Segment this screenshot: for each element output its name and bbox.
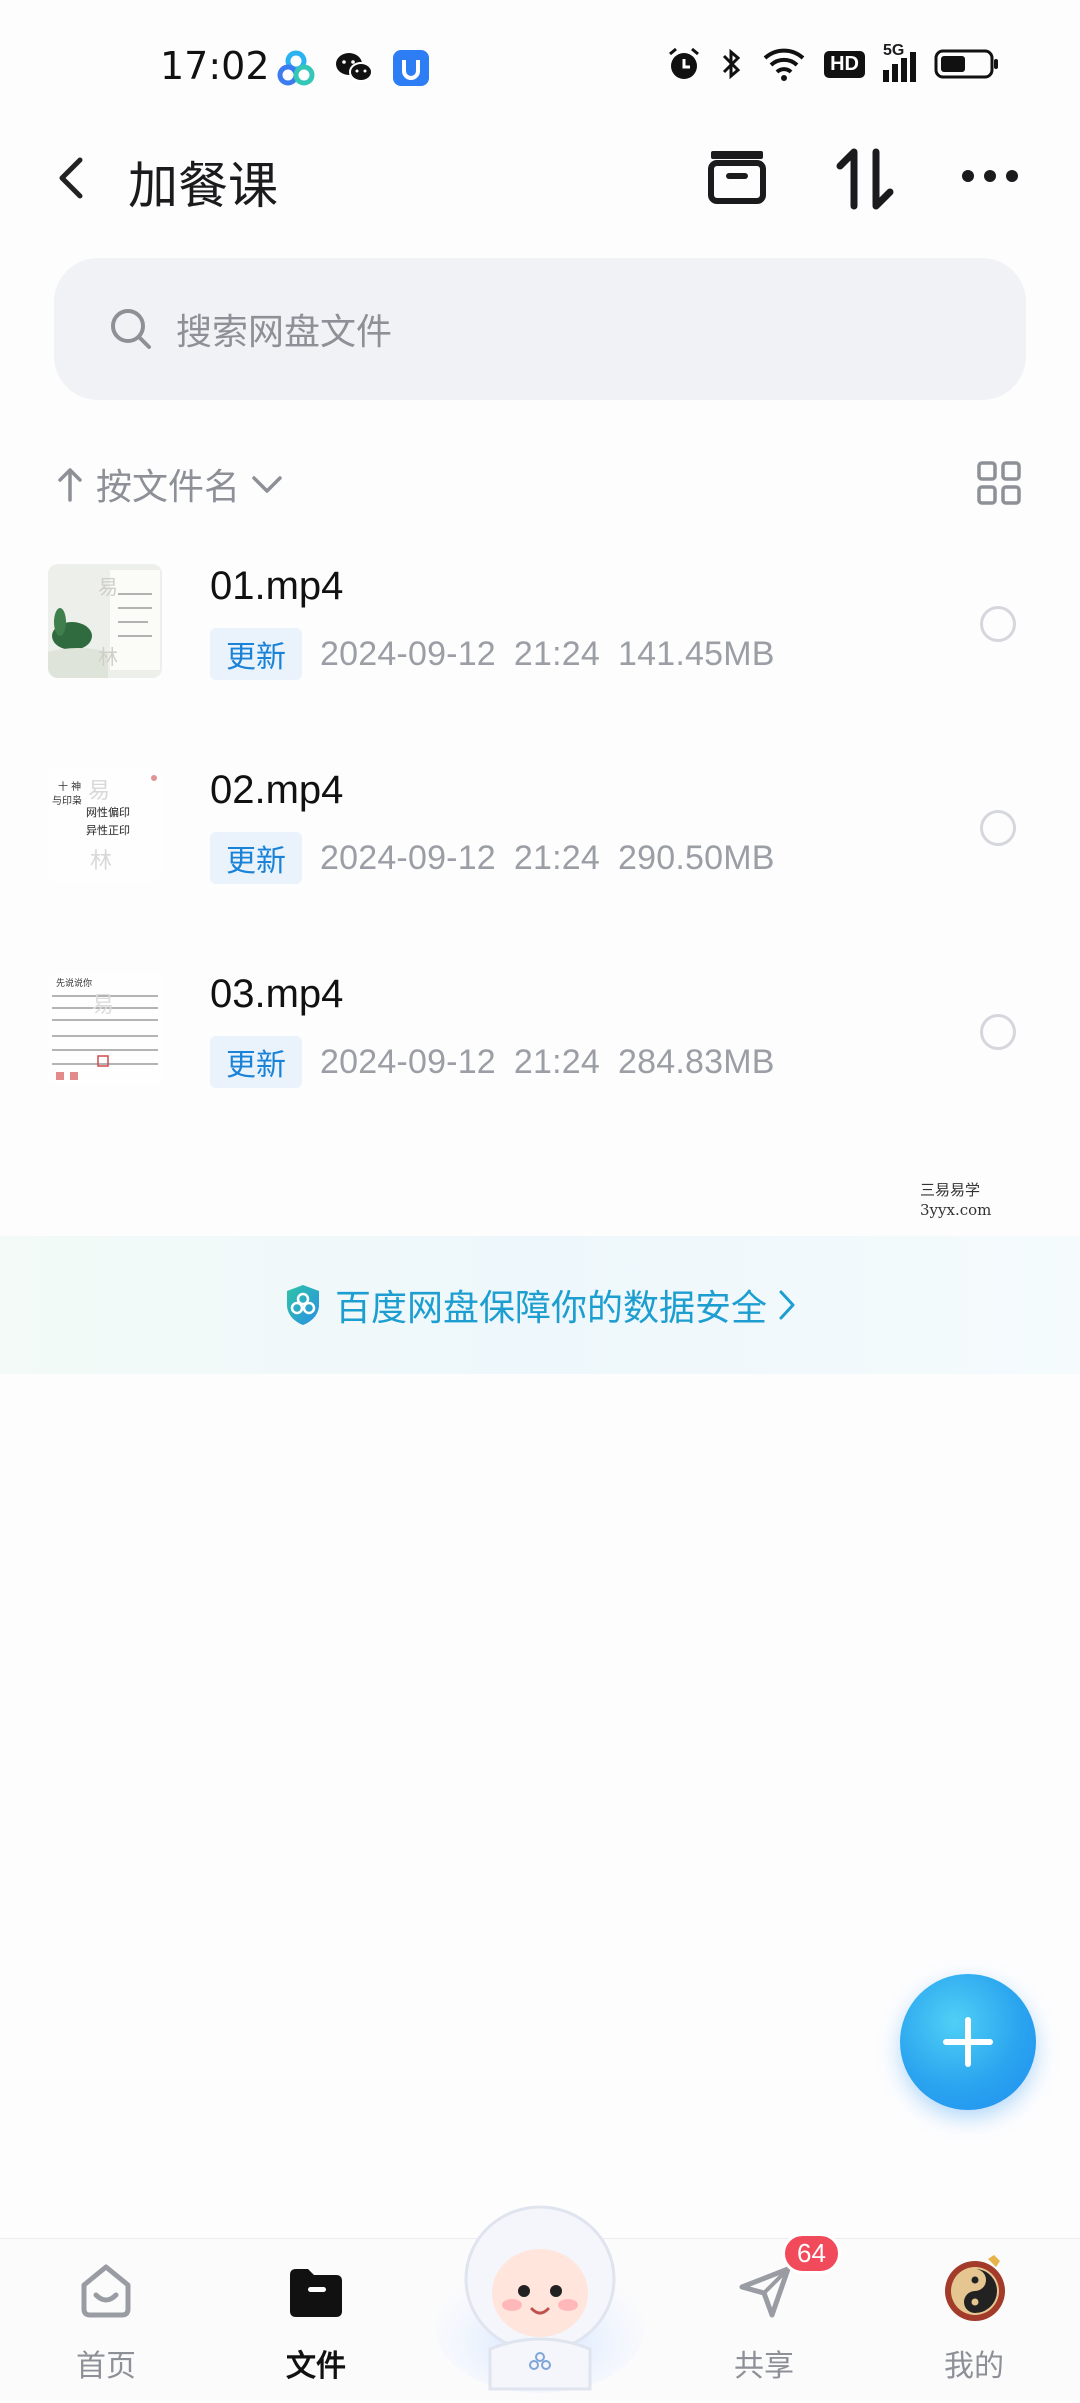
file-name: 02.mp4 bbox=[210, 768, 344, 812]
share-badge: 64 bbox=[782, 2233, 841, 2274]
home-icon bbox=[81, 2264, 131, 2318]
svg-text:异性正印: 异性正印 bbox=[86, 823, 130, 837]
file-meta: 更新 2024-09-12 21:24 290.50MB bbox=[210, 832, 775, 884]
status-time: 17:02 bbox=[160, 44, 270, 88]
chevron-right-icon bbox=[779, 1290, 795, 1320]
svg-text:林: 林 bbox=[98, 645, 118, 669]
wifi-icon bbox=[763, 48, 805, 81]
sort-toggle-button[interactable] bbox=[836, 146, 896, 216]
file-size: 141.45MB bbox=[618, 634, 775, 673]
video-thumbnail: 先说说你 易 bbox=[48, 972, 162, 1086]
file-time: 21:24 bbox=[513, 634, 601, 673]
security-banner-text: 百度网盘保障你的数据安全 bbox=[334, 1288, 767, 1329]
video-thumbnail: 十 神 与印枭 网性偏印 异性正印 易 林 bbox=[48, 768, 162, 882]
wechat-icon bbox=[336, 53, 373, 82]
add-button[interactable] bbox=[900, 1974, 1036, 2110]
signal-icon: 5G bbox=[883, 42, 916, 82]
sort-label: 按文件名 bbox=[96, 467, 241, 508]
watermark-line2: 3yyx.com bbox=[920, 1201, 992, 1219]
more-dots-icon bbox=[962, 170, 1018, 182]
svg-text:网性偏印: 网性偏印 bbox=[86, 805, 130, 819]
status-app-icons bbox=[276, 48, 430, 88]
nav-home-label: 首页 bbox=[76, 2349, 136, 2384]
hd-icon: HD bbox=[824, 50, 865, 78]
chevron-left-icon bbox=[59, 157, 83, 199]
more-button[interactable] bbox=[960, 166, 1020, 190]
archive-icon bbox=[708, 151, 766, 204]
file-size: 284.83MB bbox=[618, 1042, 775, 1081]
nav-mine-label: 我的 bbox=[944, 2349, 1004, 2384]
nav-files-label: 文件 bbox=[286, 2349, 346, 2384]
update-tag: 更新 bbox=[210, 1036, 302, 1088]
arrow-up-icon bbox=[58, 468, 82, 502]
battery-icon bbox=[934, 49, 998, 79]
file-row[interactable]: 十 神 与印枭 网性偏印 异性正印 易 林 02.mp4 更新 2024-09-… bbox=[0, 768, 1080, 972]
paper-plane-icon bbox=[739, 2266, 791, 2318]
svg-text:易: 易 bbox=[88, 779, 110, 804]
mascot-button[interactable] bbox=[430, 2179, 650, 2399]
file-date: 2024-09-12 bbox=[320, 838, 496, 877]
mascot-icon bbox=[436, 2205, 644, 2393]
file-name: 03.mp4 bbox=[210, 972, 344, 1016]
status-indicators: HD 5G bbox=[666, 42, 1000, 82]
security-banner[interactable]: 百度网盘保障你的数据安全 bbox=[0, 1236, 1080, 1374]
select-radio[interactable] bbox=[980, 606, 1016, 642]
file-date: 2024-09-12 bbox=[320, 1042, 496, 1081]
svg-text:先说说你: 先说说你 bbox=[56, 977, 92, 989]
search-icon bbox=[111, 309, 151, 349]
select-radio[interactable] bbox=[980, 810, 1016, 846]
bottom-nav: 首页 文件 64 共享 我的 bbox=[0, 2205, 1080, 2401]
page-title: 加餐课 bbox=[128, 157, 278, 215]
update-tag: 更新 bbox=[210, 832, 302, 884]
sort-dropdown[interactable]: 按文件名 bbox=[56, 458, 284, 510]
update-tag: 更新 bbox=[210, 628, 302, 680]
file-date: 2024-09-12 bbox=[320, 634, 496, 673]
plus-icon bbox=[943, 2017, 993, 2067]
svg-text:十 神: 十 神 bbox=[58, 780, 81, 793]
chevron-down-icon bbox=[252, 476, 282, 493]
folder-icon bbox=[290, 2269, 342, 2317]
file-time: 21:24 bbox=[513, 838, 601, 877]
nav-share-label: 共享 bbox=[734, 2349, 794, 2384]
file-row[interactable]: 先说说你 易 03.mp4 更新 2024-09-12 21:24 284.83… bbox=[0, 972, 1080, 1176]
select-radio[interactable] bbox=[980, 1014, 1016, 1050]
search-bar[interactable]: 搜索网盘文件 bbox=[54, 258, 1026, 400]
svg-text:林: 林 bbox=[90, 849, 112, 874]
back-button[interactable] bbox=[52, 150, 92, 210]
file-meta: 更新 2024-09-12 21:24 141.45MB bbox=[210, 628, 775, 680]
grid-view-icon bbox=[977, 461, 1021, 505]
video-thumbnail: 易 林 bbox=[48, 564, 162, 678]
archive-button[interactable] bbox=[706, 146, 768, 212]
grid-view-button[interactable] bbox=[976, 460, 1022, 510]
baidu-netdisk-app-icon bbox=[277, 50, 315, 86]
shield-check-icon bbox=[286, 1285, 319, 1325]
shield-app-icon bbox=[393, 50, 429, 86]
svg-text:与印枭: 与印枭 bbox=[52, 794, 82, 807]
watermark-line1: 三易易学 bbox=[920, 1181, 981, 1199]
svg-text:易: 易 bbox=[98, 575, 118, 599]
svg-text:易: 易 bbox=[92, 993, 114, 1018]
search-placeholder: 搜索网盘文件 bbox=[176, 312, 393, 353]
file-size: 290.50MB bbox=[618, 838, 775, 877]
bluetooth-icon bbox=[723, 48, 741, 80]
file-row[interactable]: 易 林 01.mp4 更新 2024-09-12 21:24 141.45MB bbox=[0, 564, 1080, 768]
alarm-icon bbox=[669, 47, 700, 79]
file-time: 21:24 bbox=[513, 1042, 601, 1081]
file-name: 01.mp4 bbox=[210, 564, 344, 608]
sort-arrows-icon bbox=[836, 148, 894, 210]
watermark: 三易易学 3yyx.com bbox=[920, 1180, 991, 1220]
avatar bbox=[945, 2255, 1005, 2321]
network-type-label: 5G bbox=[883, 42, 905, 59]
file-meta: 更新 2024-09-12 21:24 284.83MB bbox=[210, 1036, 775, 1088]
